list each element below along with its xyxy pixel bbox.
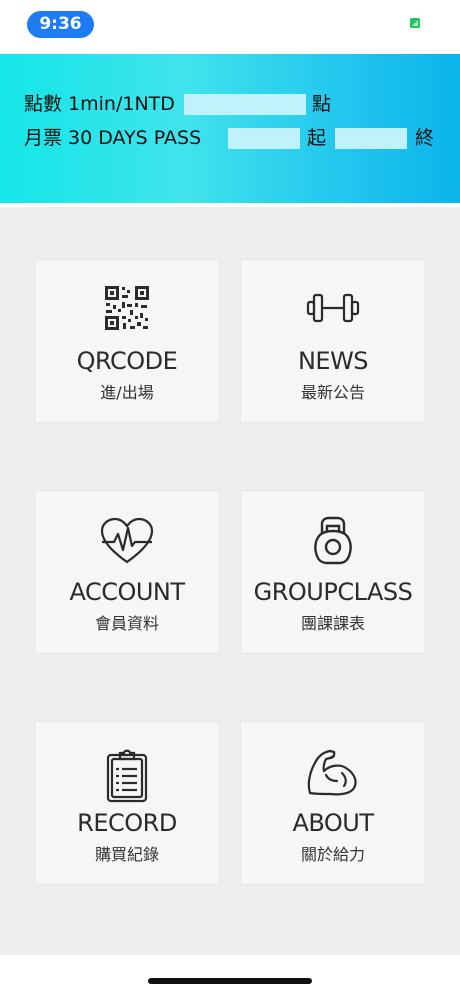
menu-tile-title: QRCODE (76, 347, 178, 375)
battery-icon (410, 18, 420, 28)
menu-tile-subtitle: 會員資料 (94, 614, 159, 633)
monthly-pass-row: 月票 30 DAYS PASS 起 終 (24, 124, 434, 152)
menu-tile-subtitle: 購買紀錄 (94, 845, 159, 864)
menu-tile-about[interactable]: ABOUT 關於給力 (240, 721, 426, 885)
menu-tile-subtitle: 進/出場 (100, 383, 154, 402)
menu-tile-subtitle: 最新公告 (300, 383, 365, 402)
pass-start-masked (228, 128, 300, 149)
points-row: 點數 1min/1NTD 點 (24, 90, 331, 118)
pass-end-label: 終 (415, 127, 435, 149)
menu-tile-title: ACCOUNT (69, 578, 185, 606)
heartbeat-icon (100, 517, 154, 564)
menu-grid: QRCODE 進/出場 NEWS 最新公告 ACCOUNT 會員資料 GROUP… (0, 207, 460, 955)
menu-tile-news[interactable]: NEWS 最新公告 (240, 259, 426, 423)
points-suffix: 點 (312, 93, 332, 115)
menu-tile-subtitle: 團課課表 (300, 614, 365, 633)
menu-tile-qrcode[interactable]: QRCODE 進/出場 (34, 259, 220, 423)
status-time: 9:36 (27, 11, 94, 38)
monthly-pass-label: 月票 30 DAYS PASS (24, 127, 202, 149)
dumbbell-icon (306, 293, 360, 323)
membership-banner: 點數 1min/1NTD 點 月票 30 DAYS PASS 起 終 (0, 54, 460, 203)
clipboard-icon (106, 749, 148, 803)
menu-tile-account[interactable]: ACCOUNT 會員資料 (34, 490, 220, 654)
pass-start-label: 起 (307, 127, 327, 149)
kettlebell-icon (314, 516, 352, 565)
menu-tile-subtitle: 關於給力 (300, 845, 365, 864)
menu-tile-record[interactable]: RECORD 購買紀錄 (34, 721, 220, 885)
home-indicator[interactable] (148, 978, 312, 984)
menu-tile-title: NEWS (297, 347, 369, 375)
status-bar: 9:36 (0, 0, 460, 54)
menu-tile-groupclass[interactable]: GROUPCLASS 團課課表 (240, 490, 426, 654)
qrcode-icon (105, 286, 149, 330)
points-value-masked (184, 94, 306, 115)
menu-tile-title: ABOUT (292, 809, 374, 837)
menu-tile-title: GROUPCLASS (253, 578, 413, 606)
pass-end-masked (335, 128, 407, 149)
points-label: 點數 1min/1NTD (24, 93, 175, 115)
bicep-icon (307, 749, 357, 796)
menu-tile-title: RECORD (77, 809, 177, 837)
